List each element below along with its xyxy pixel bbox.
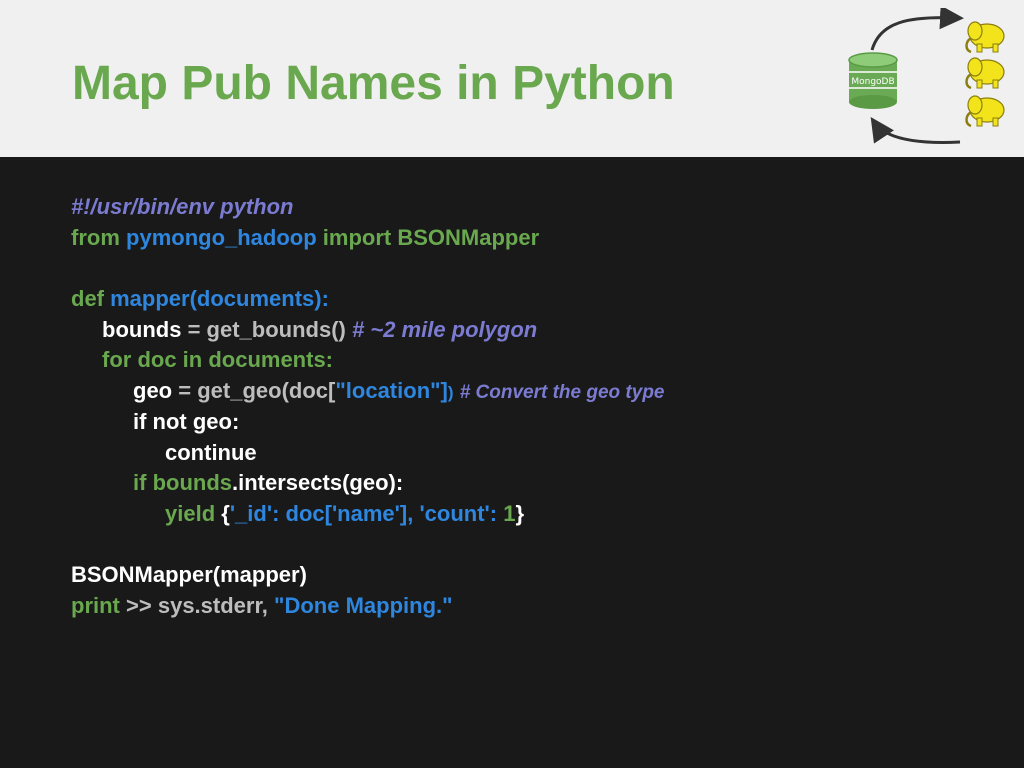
operator: = xyxy=(178,378,192,404)
string-literal: "location"] xyxy=(335,378,448,404)
shebang-comment: #!/usr/bin/env python xyxy=(71,194,294,219)
string-literal: "Done Mapping." xyxy=(274,592,453,618)
mongodb-hadoop-diagram: MongoDB xyxy=(848,8,1005,144)
code-line: bounds = get_bounds() # ~2 mile polygon xyxy=(71,315,991,346)
function-call: get_bounds() xyxy=(206,316,346,342)
keyword: def xyxy=(71,286,104,312)
code-line: if bounds.intersects(geo): xyxy=(71,468,991,499)
hadoop-elephant-icon xyxy=(965,95,1005,128)
class-name: BSONMapper xyxy=(397,224,540,250)
number-literal: 1 xyxy=(503,500,516,526)
keyword: import xyxy=(322,224,392,250)
operator: >> xyxy=(126,592,152,618)
operator: = xyxy=(187,316,201,342)
stream-target: sys.stderr, xyxy=(157,592,268,618)
keyword: if xyxy=(133,470,147,496)
brace: } xyxy=(515,500,525,526)
code-line: yield {'_id': doc['name'], 'count': 1} xyxy=(71,499,991,530)
hadoop-elephant-icon xyxy=(965,21,1005,54)
variable: geo xyxy=(133,378,173,404)
inline-comment: # Convert the geo type xyxy=(459,382,665,404)
statement: continue xyxy=(165,439,257,465)
inline-comment: # ~2 mile polygon xyxy=(352,316,538,342)
keyword: print xyxy=(71,592,120,618)
variable: bounds xyxy=(102,316,182,342)
code-line: continue xyxy=(71,438,991,469)
module-name: pymongo_hadoop xyxy=(126,224,317,250)
hadoop-elephant-icon xyxy=(965,57,1005,90)
arrow-in-icon xyxy=(870,117,961,144)
mongodb-label: MongoDB xyxy=(851,77,894,87)
code-line: def mapper(documents): xyxy=(71,284,991,315)
code-line: from pymongo_hadoop import BSONMapper xyxy=(71,223,991,254)
variable: bounds xyxy=(152,470,233,496)
code-line: for doc in documents: xyxy=(71,345,991,376)
statement: BSONMapper(mapper) xyxy=(71,562,307,588)
method-call: .intersects(geo): xyxy=(232,470,404,496)
keyword: yield xyxy=(165,500,216,526)
code-line: #!/usr/bin/env python xyxy=(71,192,991,223)
slide-title: Map Pub Names in Python xyxy=(72,57,675,110)
statement: if not geo: xyxy=(133,408,240,434)
keyword: from xyxy=(71,224,120,250)
code-block: #!/usr/bin/env python from pymongo_hadoo… xyxy=(71,192,991,622)
function-signature: mapper(documents): xyxy=(110,286,329,312)
arrow-out-icon xyxy=(870,8,964,51)
code-line: geo = get_geo(doc["location"]) # Convert… xyxy=(71,376,991,407)
statement: for doc in documents: xyxy=(102,347,333,373)
brace: { xyxy=(221,500,230,526)
code-line: print >> sys.stderr, "Done Mapping." xyxy=(71,591,991,622)
mongodb-cylinder-icon: MongoDB xyxy=(848,52,898,109)
code-line: if not geo: xyxy=(71,407,991,438)
slide-header: Map Pub Names in Python MongoDB xyxy=(0,0,1024,157)
function-call: get_geo(doc[ xyxy=(197,378,336,404)
closing-paren: ) xyxy=(447,383,454,403)
code-line: BSONMapper(mapper) xyxy=(71,560,991,591)
dict-literal: '_id': doc['name'], 'count': xyxy=(229,500,498,526)
